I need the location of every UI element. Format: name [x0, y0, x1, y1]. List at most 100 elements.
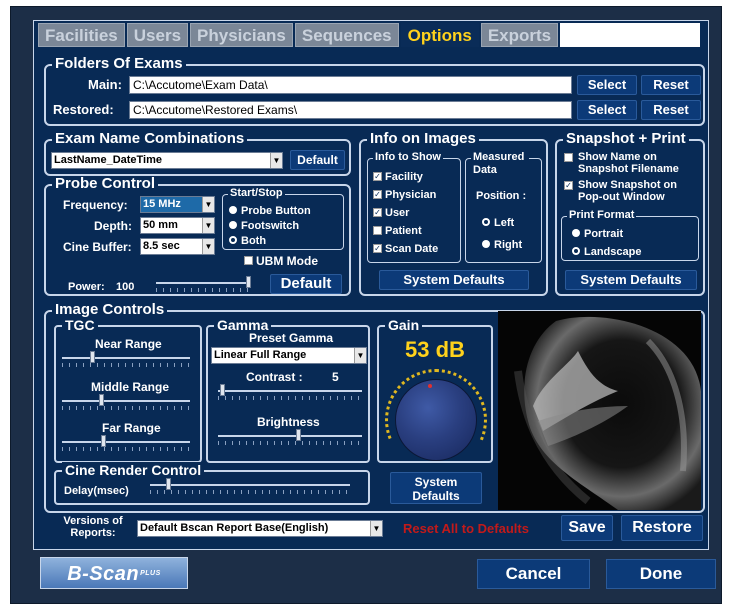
- restored-folder-label: Restored:: [53, 102, 114, 117]
- restored-folder-field[interactable]: C:\Accutome\Restored Exams\: [129, 101, 572, 119]
- chevron-down-icon: ▼: [202, 239, 214, 254]
- power-value: 100: [116, 281, 135, 293]
- tab-facilities[interactable]: Facilities: [38, 23, 125, 47]
- near-range-slider-track[interactable]: [62, 357, 190, 359]
- contrast-label: Contrast :: [246, 370, 303, 384]
- near-range-slider-ticks: [62, 363, 190, 367]
- tab-physicians[interactable]: Physicians: [190, 23, 293, 47]
- logo-suffix: PLUS: [140, 570, 161, 577]
- contrast-slider-ticks: [218, 396, 362, 400]
- gain-system-defaults-button[interactable]: System Defaults: [390, 472, 482, 504]
- gain-group: Gain 53 dB: [377, 317, 493, 463]
- radio-unselected-icon: [572, 247, 580, 256]
- info-physician-checkbox[interactable]: ✓ Physician: [373, 188, 436, 202]
- restore-button[interactable]: Restore: [621, 515, 703, 541]
- tab-exports[interactable]: Exports: [480, 23, 559, 47]
- delay-slider-ticks: [150, 490, 350, 494]
- contrast-slider-thumb[interactable]: [220, 384, 225, 396]
- middle-range-slider-ticks: [62, 406, 190, 410]
- preset-gamma-dropdown[interactable]: Linear Full Range ▼: [211, 347, 367, 364]
- main-folder-field[interactable]: C:\Accutome\Exam Data\: [129, 76, 572, 94]
- main-folder-reset-button[interactable]: Reset: [641, 75, 701, 95]
- info-scan-date-checkbox[interactable]: ✓ Scan Date: [373, 242, 438, 256]
- position-label: Position :: [476, 190, 527, 202]
- snapshot-popout-checkbox[interactable]: ✓ Show Snapshot on Pop-out Window: [564, 179, 700, 203]
- tab-sequences[interactable]: Sequences: [294, 23, 399, 47]
- brightness-slider-thumb[interactable]: [296, 429, 301, 441]
- gain-value: 53 dB: [405, 337, 465, 362]
- tab-bar-filler: [560, 23, 701, 47]
- contrast-slider-track[interactable]: [218, 390, 362, 392]
- info-on-images-title: Info on Images: [367, 131, 479, 147]
- power-slider-thumb[interactable]: [246, 276, 251, 288]
- far-range-slider-ticks: [62, 447, 190, 451]
- cine-buffer-dropdown[interactable]: 8.5 sec ▼: [140, 238, 215, 255]
- main-folder-label: Main:: [88, 77, 122, 92]
- depth-value: 50 mm: [143, 219, 178, 231]
- power-slider-track[interactable]: [156, 282, 251, 284]
- print-format-group: Print Format Portrait Landscape: [561, 209, 699, 261]
- cancel-button[interactable]: Cancel: [477, 559, 590, 589]
- info-on-images-group: Info on Images Info to Show ✓ Facility ✓ P…: [359, 131, 548, 296]
- ubm-mode-checkbox[interactable]: UBM Mode: [244, 254, 318, 268]
- radio-unselected-icon: [482, 218, 490, 227]
- exam-name-default-button[interactable]: Default: [290, 150, 345, 170]
- far-range-slider-thumb[interactable]: [101, 435, 106, 447]
- cine-buffer-label: Cine Buffer:: [63, 240, 132, 254]
- frequency-dropdown[interactable]: 15 MHz ▼: [140, 196, 215, 213]
- gain-knob[interactable]: [395, 379, 477, 461]
- measured-data-group: Measured Data Position : Left Right: [465, 151, 542, 263]
- middle-range-slider-track[interactable]: [62, 400, 190, 402]
- brightness-slider-track[interactable]: [218, 435, 362, 437]
- start-stop-option-label: Footswitch: [241, 220, 300, 232]
- chevron-down-icon: ▼: [354, 348, 366, 363]
- start-stop-probe-button-option[interactable]: Probe Button: [229, 204, 311, 218]
- start-stop-both-option[interactable]: Both: [229, 234, 266, 248]
- info-to-show-group: Info to Show ✓ Facility ✓ Physician ✓ User …: [367, 151, 461, 263]
- snapshot-name-checkbox[interactable]: Show Name on Snapshot Filename: [564, 151, 700, 175]
- chevron-down-icon: ▼: [370, 521, 382, 536]
- position-left-option[interactable]: Left: [482, 216, 514, 230]
- measured-data-title: Measured Data: [471, 151, 529, 177]
- format-landscape-option[interactable]: Landscape: [572, 245, 641, 259]
- restored-folder-reset-button[interactable]: Reset: [641, 100, 701, 120]
- depth-dropdown[interactable]: 50 mm ▼: [140, 217, 215, 234]
- start-stop-footswitch-option[interactable]: Footswitch: [229, 219, 299, 233]
- exam-name-dropdown[interactable]: LastName_DateTime ▼: [51, 152, 283, 169]
- b-scan-image: [514, 316, 701, 510]
- info-patient-checkbox[interactable]: Patient: [373, 224, 422, 238]
- image-controls-title: Image Controls: [52, 302, 168, 318]
- snapshot-system-defaults-button[interactable]: System Defaults: [565, 270, 697, 290]
- format-portrait-option[interactable]: Portrait: [572, 227, 623, 241]
- tab-users[interactable]: Users: [126, 23, 189, 47]
- delay-slider-thumb[interactable]: [166, 478, 171, 490]
- start-stop-title: Start/Stop: [228, 187, 285, 200]
- exam-name-group: Exam Name Combinations LastName_DateTime…: [44, 131, 351, 176]
- report-version-dropdown[interactable]: Default Bscan Report Base(English) ▼: [137, 520, 383, 537]
- near-range-slider-thumb[interactable]: [90, 351, 95, 363]
- info-user-checkbox[interactable]: ✓ User: [373, 206, 409, 220]
- save-button[interactable]: Save: [561, 515, 613, 541]
- done-button[interactable]: Done: [606, 559, 716, 589]
- info-facility-checkbox[interactable]: ✓ Facility: [373, 170, 423, 184]
- position-right-option[interactable]: Right: [482, 238, 522, 252]
- probe-default-button[interactable]: Default: [270, 274, 342, 294]
- tab-options[interactable]: Options: [400, 23, 479, 47]
- power-slider-ticks: [156, 288, 251, 292]
- snapshot-popout-label: Show Snapshot on Pop-out Window: [578, 179, 677, 203]
- middle-range-slider-thumb[interactable]: [99, 394, 104, 406]
- main-folder-select-button[interactable]: Select: [577, 75, 637, 95]
- info-item-label: User: [385, 207, 410, 219]
- delay-slider-track[interactable]: [150, 484, 350, 486]
- restored-folder-select-button[interactable]: Select: [577, 100, 637, 120]
- brightness-slider-ticks: [218, 441, 362, 445]
- radio-selected-icon: [572, 229, 580, 238]
- far-range-slider-track[interactable]: [62, 441, 190, 443]
- report-version-value: Default Bscan Report Base(English): [140, 522, 329, 534]
- ubm-mode-label: UBM Mode: [256, 254, 318, 268]
- reset-all-defaults-button[interactable]: Reset All to Defaults: [403, 521, 529, 536]
- middle-range-label: Middle Range: [91, 380, 170, 394]
- folders-group: Folders Of Exams Main: C:\Accutome\Exam …: [44, 56, 705, 126]
- position-option-label: Left: [494, 217, 515, 229]
- info-system-defaults-button[interactable]: System Defaults: [379, 270, 529, 290]
